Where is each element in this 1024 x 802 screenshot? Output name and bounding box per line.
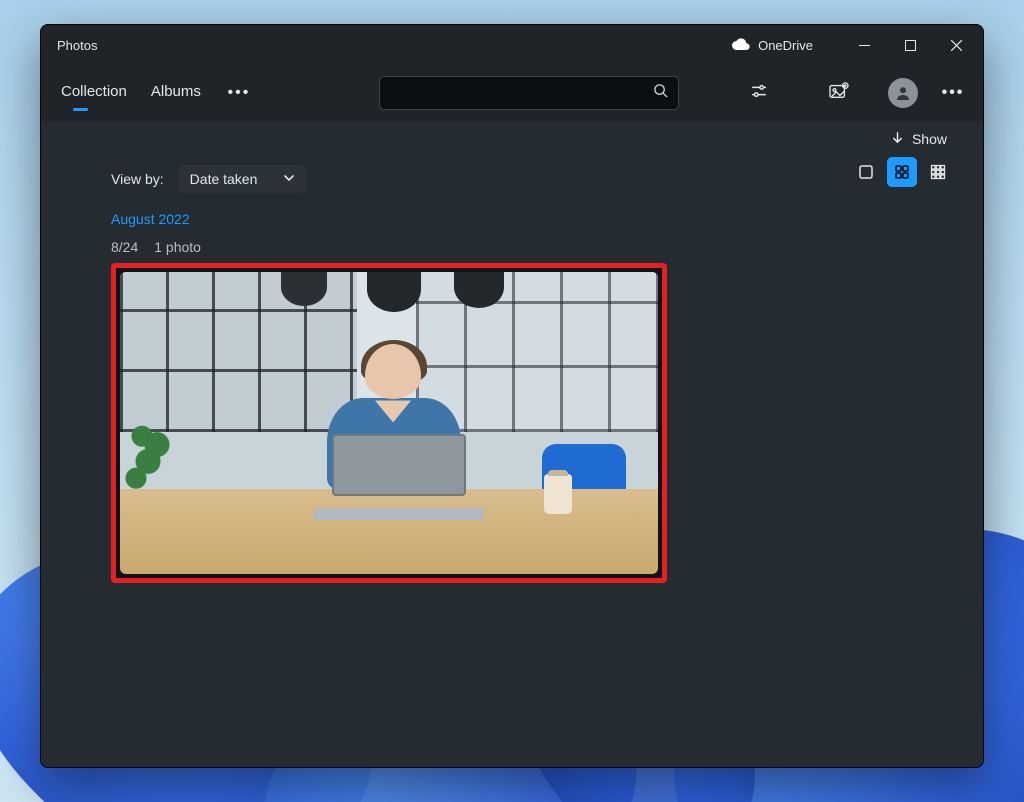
view-by-label: View by: bbox=[111, 171, 164, 187]
show-label: Show bbox=[912, 131, 947, 147]
photo-thumbnail[interactable] bbox=[120, 272, 658, 574]
sliders-icon bbox=[750, 82, 768, 105]
cloud-icon bbox=[732, 38, 750, 53]
view-grid-small-button[interactable] bbox=[923, 157, 953, 187]
photos-app-window: Photos OneDrive Collection Albums bbox=[40, 24, 984, 768]
group-month-label[interactable]: August 2022 bbox=[111, 211, 953, 227]
search-icon bbox=[653, 83, 668, 103]
image-import-icon bbox=[829, 82, 849, 105]
onedrive-button[interactable]: OneDrive bbox=[732, 38, 813, 53]
view-grid-medium-button[interactable] bbox=[887, 157, 917, 187]
chevron-down-icon bbox=[283, 171, 295, 187]
show-toggle-button[interactable]: Show bbox=[885, 127, 953, 151]
tab-collection[interactable]: Collection bbox=[59, 77, 129, 110]
search-input[interactable] bbox=[390, 85, 653, 101]
view-by-dropdown[interactable]: Date taken bbox=[178, 165, 308, 193]
group-date: 8/24 bbox=[111, 239, 138, 255]
view-single-button[interactable] bbox=[851, 157, 881, 187]
account-button[interactable] bbox=[885, 75, 921, 111]
tab-albums[interactable]: Albums bbox=[149, 77, 203, 110]
group-count: 1 photo bbox=[154, 239, 201, 255]
more-icon: ••• bbox=[942, 84, 965, 102]
photo-thumbnail-highlighted[interactable] bbox=[111, 263, 667, 583]
titlebar: Photos OneDrive bbox=[41, 25, 983, 65]
onedrive-label: OneDrive bbox=[758, 38, 813, 53]
import-button[interactable] bbox=[821, 75, 857, 111]
avatar bbox=[888, 78, 918, 108]
close-button[interactable] bbox=[933, 29, 979, 61]
view-by-value: Date taken bbox=[190, 171, 258, 187]
toolbar: Collection Albums ••• bbox=[41, 65, 983, 121]
group-meta: 8/24 1 photo bbox=[111, 239, 953, 255]
maximize-button[interactable] bbox=[887, 29, 933, 61]
arrow-down-icon bbox=[891, 131, 904, 147]
search-box[interactable] bbox=[379, 76, 679, 110]
content-area: Show bbox=[41, 121, 983, 767]
more-button[interactable]: ••• bbox=[935, 75, 971, 111]
tabs-overflow-button[interactable]: ••• bbox=[225, 79, 253, 107]
minimize-button[interactable] bbox=[841, 29, 887, 61]
filter-button[interactable] bbox=[741, 75, 777, 111]
app-title: Photos bbox=[57, 38, 97, 53]
nav-tabs: Collection Albums ••• bbox=[59, 77, 253, 110]
